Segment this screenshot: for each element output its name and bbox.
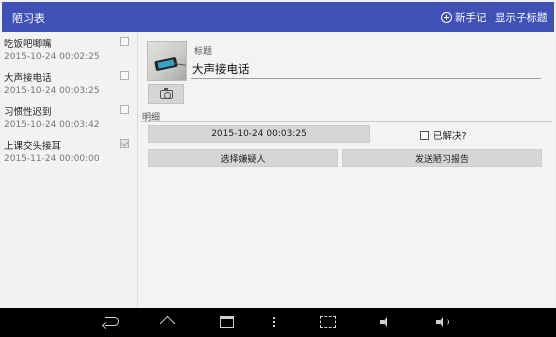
choose-suspect-button[interactable]: 选择嫌疑人 (148, 149, 338, 167)
show-subtitle-action[interactable]: 显示子标题 (495, 10, 548, 25)
recents-icon[interactable] (220, 316, 234, 328)
list-item-title: 上课交头接耳 (4, 141, 62, 152)
new-note-action[interactable]: 新手记 (441, 9, 487, 25)
solved-checkbox-row[interactable]: 已解决? (420, 128, 467, 142)
solved-checkbox[interactable] (120, 139, 129, 148)
camera-icon (160, 88, 173, 99)
system-nav-bar (0, 308, 556, 337)
solved-checkbox[interactable] (120, 37, 129, 46)
list-item-date: 2015-10-24 00:02:25 (4, 52, 100, 62)
camera-button[interactable] (148, 84, 184, 104)
solved-checkbox[interactable] (120, 105, 129, 114)
crime-list: 吃饭吧唧嘴 2015-10-24 00:02:25 大声接电话 2015-10-… (2, 32, 138, 308)
list-item[interactable]: 吃饭吧唧嘴 2015-10-24 00:02:25 (2, 32, 137, 66)
list-item[interactable]: 大声接电话 2015-10-24 00:03:25 (2, 66, 137, 100)
home-icon[interactable] (160, 317, 176, 327)
app-title: 陋习表 (12, 12, 45, 25)
volume-down-icon[interactable] (380, 317, 390, 327)
new-note-label: 新手记 (455, 11, 487, 24)
app-bar: 陋习表 新手记 显示子标题 (2, 2, 554, 32)
solved-checkbox[interactable] (120, 71, 129, 80)
list-item-date: 2015-10-24 00:03:42 (4, 120, 100, 130)
app-window: 陋习表 新手记 显示子标题 吃饭吧唧嘴 2015-10-24 00:02:25 … (0, 0, 556, 337)
list-item-date: 2015-11-24 00:00:00 (4, 154, 100, 164)
menu-icon[interactable] (273, 315, 276, 329)
list-item-title: 习惯性迟到 (4, 107, 52, 118)
list-item-title: 吃饭吧唧嘴 (4, 39, 52, 50)
volume-up-icon[interactable] (436, 317, 450, 327)
title-label: 标题 (194, 47, 213, 57)
crime-detail: 标题 明细 2015-10-24 00:03:25 已解决? 选择嫌疑人 发送陋… (139, 32, 554, 308)
plus-circle-icon (441, 11, 452, 23)
solved-label: 已解决? (433, 131, 467, 142)
back-icon[interactable] (105, 317, 119, 326)
crime-photo (147, 41, 187, 81)
list-item-title: 大声接电话 (4, 73, 52, 84)
list-item[interactable]: 上课交头接耳 2015-11-24 00:00:00 (2, 134, 137, 168)
send-report-button[interactable]: 发送陋习报告 (342, 149, 542, 167)
title-input[interactable] (191, 59, 541, 79)
date-button[interactable]: 2015-10-24 00:03:25 (148, 125, 370, 143)
solved-checkbox[interactable] (420, 130, 429, 140)
list-item[interactable]: 习惯性迟到 2015-10-24 00:03:42 (2, 100, 137, 134)
divider (141, 121, 552, 122)
screenshot-icon[interactable] (320, 316, 336, 328)
list-item-date: 2015-10-24 00:03:25 (4, 86, 100, 96)
